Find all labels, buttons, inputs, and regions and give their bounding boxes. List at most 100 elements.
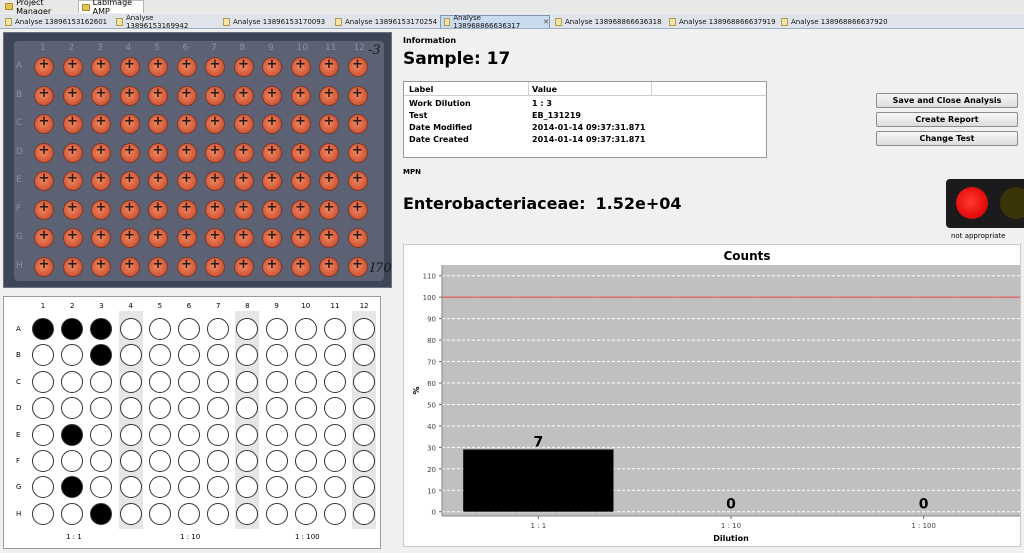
well-g10[interactable] (294, 476, 317, 499)
well-f9[interactable] (265, 450, 288, 472)
well-g4[interactable] (119, 476, 142, 499)
tab-analyse[interactable]: Analyse 138968866637920 (778, 15, 888, 28)
well-b1[interactable] (32, 344, 54, 367)
well-g9[interactable] (265, 476, 288, 499)
well-f10[interactable] (294, 450, 317, 472)
tab-analyse[interactable]: Analyse 13896153169942 (113, 14, 217, 30)
well-c2[interactable] (61, 370, 84, 393)
well-c5[interactable] (148, 370, 171, 393)
well-c4[interactable] (119, 370, 142, 393)
well-c9[interactable] (265, 370, 288, 393)
well-b6[interactable] (178, 344, 200, 367)
photo-column-label: 6 (182, 43, 189, 53)
well-a5[interactable] (148, 318, 171, 340)
well-a9[interactable] (265, 318, 288, 340)
well-g7[interactable] (207, 476, 230, 499)
well-h4[interactable] (119, 502, 142, 525)
well-d10[interactable] (294, 397, 317, 420)
close-tab-icon[interactable]: ✕ (543, 18, 549, 26)
tab-project-manager[interactable]: Project Manager (2, 0, 76, 16)
tab-analyse[interactable]: Analyse 13896153170254 (332, 15, 438, 28)
well-a6[interactable] (178, 318, 200, 340)
well-e7[interactable] (207, 423, 230, 446)
well-c7[interactable] (207, 370, 230, 393)
well-a1[interactable] (32, 318, 54, 340)
well-f2[interactable] (61, 450, 84, 472)
well-d9[interactable] (265, 397, 288, 420)
tab-analyse[interactable]: Analyse 138968866637919 (666, 15, 776, 28)
tab-analyse[interactable]: Analyse 13896153170093 (220, 15, 330, 28)
well-c6[interactable] (178, 370, 200, 393)
well-g5[interactable] (148, 476, 171, 499)
well-d6[interactable] (178, 397, 200, 420)
well-h11[interactable] (324, 502, 346, 525)
well-f5[interactable] (148, 450, 171, 472)
well-g3[interactable] (90, 476, 113, 499)
well-a7[interactable] (207, 318, 230, 340)
well-e10[interactable] (294, 423, 317, 446)
well-h5[interactable] (148, 502, 171, 525)
well-b10[interactable] (294, 344, 317, 367)
save-close-analysis-button[interactable]: Save and Close Analysis (876, 93, 1018, 108)
well-h2[interactable] (61, 502, 84, 525)
well-b2[interactable] (61, 344, 84, 367)
well-a3[interactable] (90, 318, 113, 340)
well-c3[interactable] (90, 370, 113, 393)
well-c11[interactable] (324, 370, 346, 393)
well-g11[interactable] (324, 476, 346, 499)
well-c1[interactable] (32, 370, 54, 393)
well-d5[interactable] (148, 397, 171, 420)
well-d2[interactable] (61, 397, 84, 420)
well-d4[interactable] (119, 397, 142, 420)
well-h1[interactable] (32, 502, 54, 525)
well-g1[interactable] (32, 476, 54, 499)
well-f1[interactable] (32, 450, 54, 472)
well-g6[interactable] (178, 476, 200, 499)
tab-analyse[interactable]: Analyse 138968866636318 (552, 15, 664, 28)
photo-row-label: E (16, 175, 22, 185)
well-e8[interactable] (236, 423, 259, 446)
well-b9[interactable] (265, 344, 288, 367)
well-a11[interactable] (324, 318, 346, 340)
well-e11[interactable] (324, 423, 346, 446)
well-d1[interactable] (32, 397, 54, 420)
well-f11[interactable] (324, 450, 346, 472)
well-f7[interactable] (207, 450, 230, 472)
well-b3[interactable] (90, 344, 113, 367)
well-b11[interactable] (324, 344, 346, 367)
well-h3[interactable] (90, 502, 113, 525)
tab-analyse[interactable]: Analyse 13896153162601 (2, 15, 110, 28)
tab-analyse[interactable]: Analyse 138968866636317 ✕ (440, 14, 550, 30)
well-e1[interactable] (32, 423, 54, 446)
well-e5[interactable] (148, 423, 171, 446)
well-f6[interactable] (178, 450, 200, 472)
tab-labimage-amp[interactable]: LabImage AMP (78, 0, 144, 16)
well-h12[interactable] (353, 502, 376, 525)
well-e2[interactable] (61, 423, 84, 446)
well-b7[interactable] (207, 344, 230, 367)
well-e4[interactable] (119, 423, 142, 446)
well-g2[interactable] (61, 476, 84, 499)
well-c10[interactable] (294, 370, 317, 393)
well-e6[interactable] (178, 423, 200, 446)
well-h10[interactable] (294, 502, 317, 525)
well-h6[interactable] (178, 502, 200, 525)
well-c12[interactable] (353, 370, 376, 393)
well-a10[interactable] (294, 318, 317, 340)
well-d11[interactable] (324, 397, 346, 420)
well-e12[interactable] (353, 423, 376, 446)
well-b4[interactable] (119, 344, 142, 367)
well-a4[interactable] (119, 318, 142, 340)
well-a2[interactable] (61, 318, 84, 340)
well-d3[interactable] (90, 397, 113, 420)
well-h9[interactable] (265, 502, 288, 525)
create-report-button[interactable]: Create Report (876, 112, 1018, 127)
well-e3[interactable] (90, 423, 113, 446)
well-b5[interactable] (148, 344, 171, 367)
well-f4[interactable] (119, 450, 142, 472)
well-h7[interactable] (207, 502, 230, 525)
well-f3[interactable] (90, 450, 113, 472)
well-e9[interactable] (265, 423, 288, 446)
change-test-button[interactable]: Change Test (876, 131, 1018, 146)
well-d7[interactable] (207, 397, 230, 420)
